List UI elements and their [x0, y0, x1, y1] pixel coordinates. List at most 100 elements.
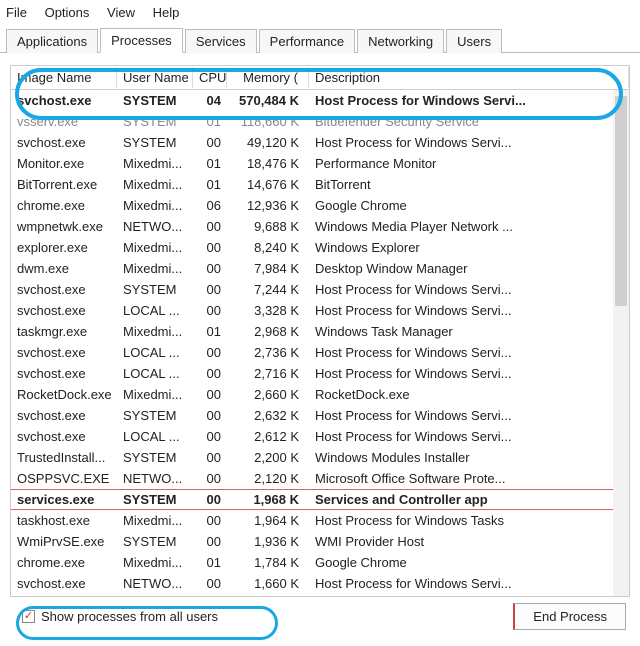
- table-row[interactable]: services.exeSYSTEM001,968 KServices and …: [11, 489, 629, 510]
- header-description[interactable]: Description: [309, 67, 629, 88]
- cell-desc: Host Process for Windows Servi...: [309, 364, 629, 383]
- menu-file[interactable]: File: [6, 5, 27, 20]
- end-process-button[interactable]: End Process: [513, 603, 626, 630]
- tab-services[interactable]: Services: [185, 29, 257, 53]
- scrollbar[interactable]: [613, 90, 629, 596]
- cell-cpu: 00: [193, 448, 227, 467]
- menubar: File Options View Help: [0, 0, 640, 23]
- cell-img: svchost.exe: [11, 301, 117, 320]
- table-row[interactable]: Monitor.exeMixedmi...0118,476 KPerforman…: [11, 153, 629, 174]
- table-row[interactable]: svchost.exeSYSTEM0049,120 KHost Process …: [11, 132, 629, 153]
- menu-help[interactable]: Help: [153, 5, 180, 20]
- table-row[interactable]: svchost.exeSYSTEM002,632 KHost Process f…: [11, 405, 629, 426]
- table-row[interactable]: svchost.exeLOCAL ...003,328 KHost Proces…: [11, 300, 629, 321]
- tab-networking[interactable]: Networking: [357, 29, 444, 53]
- menu-view[interactable]: View: [107, 5, 135, 20]
- header-user-name[interactable]: User Name: [117, 67, 193, 88]
- table-row[interactable]: BitTorrent.exeMixedmi...0114,676 KBitTor…: [11, 174, 629, 195]
- cell-cpu: 01: [193, 112, 227, 131]
- table-row[interactable]: RocketDock.exeMixedmi...002,660 KRocketD…: [11, 384, 629, 405]
- table-row[interactable]: taskmgr.exeMixedmi...012,968 KWindows Ta…: [11, 321, 629, 342]
- cell-user: Mixedmi...: [117, 385, 193, 404]
- cell-cpu: 00: [193, 301, 227, 320]
- table-row[interactable]: chrome.exeMixedmi...0612,936 KGoogle Chr…: [11, 195, 629, 216]
- cell-mem: 1,968 K: [227, 490, 309, 509]
- cell-img: svchost.exe: [11, 280, 117, 299]
- table-row[interactable]: svchost.exeLOCAL ...002,612 KHost Proces…: [11, 426, 629, 447]
- header-cpu[interactable]: CPU: [193, 67, 227, 88]
- table-row[interactable]: explorer.exeMixedmi...008,240 KWindows E…: [11, 237, 629, 258]
- cell-cpu: 04: [193, 91, 227, 110]
- cell-cpu: 00: [193, 133, 227, 152]
- cell-user: Mixedmi...: [117, 154, 193, 173]
- cell-mem: 1,784 K: [227, 553, 309, 572]
- cell-desc: Host Process for Windows Tasks: [309, 511, 629, 530]
- table-row[interactable]: dwm.exeMixedmi...007,984 KDesktop Window…: [11, 258, 629, 279]
- tab-bar: Applications Processes Services Performa…: [0, 27, 640, 53]
- cell-user: NETWO...: [117, 217, 193, 236]
- cell-cpu: 00: [193, 511, 227, 530]
- cell-img: svchost.exe: [11, 364, 117, 383]
- table-row[interactable]: svchost.exeSYSTEM007,244 KHost Process f…: [11, 279, 629, 300]
- cell-cpu: 00: [193, 427, 227, 446]
- menu-options[interactable]: Options: [45, 5, 90, 20]
- table-row[interactable]: svchost.exeLOCAL ...002,716 KHost Proces…: [11, 363, 629, 384]
- cell-mem: 18,476 K: [227, 154, 309, 173]
- cell-img: svchost.exe: [11, 91, 117, 110]
- header-memory[interactable]: Memory (: [227, 67, 309, 88]
- tab-applications[interactable]: Applications: [6, 29, 98, 53]
- tab-users[interactable]: Users: [446, 29, 502, 53]
- table-row[interactable]: WmiPrvSE.exeSYSTEM001,936 KWMI Provider …: [11, 531, 629, 552]
- cell-mem: 8,240 K: [227, 238, 309, 257]
- cell-mem: 2,612 K: [227, 427, 309, 446]
- list-header: Image Name User Name CPU Memory ( Descri…: [11, 66, 629, 90]
- cell-cpu: 01: [193, 175, 227, 194]
- table-row[interactable]: taskhost.exeMixedmi...001,964 KHost Proc…: [11, 510, 629, 531]
- cell-mem: 2,660 K: [227, 385, 309, 404]
- table-row[interactable]: chrome.exeMixedmi...011,784 KGoogle Chro…: [11, 552, 629, 573]
- cell-desc: Google Chrome: [309, 196, 629, 215]
- table-row[interactable]: wmpnetwk.exeNETWO...009,688 KWindows Med…: [11, 216, 629, 237]
- tab-performance[interactable]: Performance: [259, 29, 355, 53]
- cell-img: WmiPrvSE.exe: [11, 532, 117, 551]
- table-row[interactable]: OSPPSVC.EXENETWO...002,120 KMicrosoft Of…: [11, 468, 629, 489]
- cell-user: Mixedmi...: [117, 322, 193, 341]
- cell-cpu: 06: [193, 196, 227, 215]
- cell-cpu: 00: [193, 574, 227, 593]
- cell-img: services.exe: [11, 490, 117, 509]
- cell-desc: Services and Controller app: [309, 490, 629, 509]
- cell-user: SYSTEM: [117, 490, 193, 509]
- table-row[interactable]: svchost.exeSYSTEM04570,484 KHost Process…: [11, 90, 629, 111]
- cell-mem: 570,484 K: [227, 91, 309, 110]
- scrollbar-thumb[interactable]: [615, 96, 627, 306]
- cell-cpu: 00: [193, 259, 227, 278]
- cell-user: Mixedmi...: [117, 553, 193, 572]
- cell-mem: 2,120 K: [227, 469, 309, 488]
- tab-processes[interactable]: Processes: [100, 28, 183, 53]
- cell-mem: 2,200 K: [227, 448, 309, 467]
- cell-mem: 2,736 K: [227, 343, 309, 362]
- table-row[interactable]: vsserv.exeSYSTEM01118,660 KBitdefender S…: [11, 111, 629, 132]
- cell-desc: WMI Provider Host: [309, 532, 629, 551]
- cell-user: NETWO...: [117, 469, 193, 488]
- cell-img: chrome.exe: [11, 196, 117, 215]
- cell-desc: Windows Media Player Network ...: [309, 217, 629, 236]
- cell-img: taskmgr.exe: [11, 322, 117, 341]
- cell-img: Monitor.exe: [11, 154, 117, 173]
- cell-mem: 7,244 K: [227, 280, 309, 299]
- show-all-users-checkbox[interactable]: ✓ Show processes from all users: [14, 607, 226, 626]
- cell-cpu: 00: [193, 385, 227, 404]
- cell-img: BitTorrent.exe: [11, 175, 117, 194]
- cell-desc: RocketDock.exe: [309, 385, 629, 404]
- cell-cpu: 00: [193, 280, 227, 299]
- table-row[interactable]: svchost.exeNETWO...001,660 KHost Process…: [11, 573, 629, 594]
- table-row[interactable]: svchost.exeLOCAL ...002,736 KHost Proces…: [11, 342, 629, 363]
- bottom-bar: ✓ Show processes from all users End Proc…: [10, 603, 630, 630]
- table-row[interactable]: TrustedInstall...SYSTEM002,200 KWindows …: [11, 447, 629, 468]
- cell-cpu: 00: [193, 406, 227, 425]
- cell-mem: 12,936 K: [227, 196, 309, 215]
- cell-user: SYSTEM: [117, 532, 193, 551]
- process-rows: svchost.exe SYSTEM 04570,484 K Host Process…: [11, 90, 629, 594]
- header-image-name[interactable]: Image Name: [11, 67, 117, 88]
- cell-cpu: 01: [193, 553, 227, 572]
